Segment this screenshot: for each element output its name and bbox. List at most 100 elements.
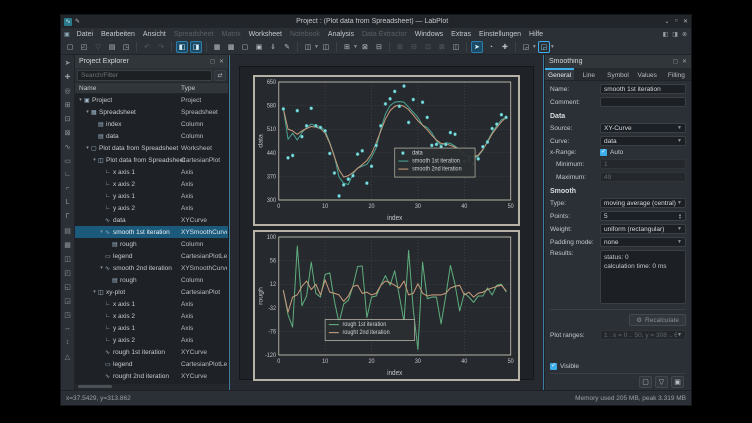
magnification-combo-icon[interactable]: ◲ [538, 41, 550, 53]
toggle-properties-explorer-icon[interactable]: ◨ [190, 41, 202, 53]
titlebar[interactable]: ∿ ✎ Project : (Plot data from Spreadshee… [61, 15, 691, 28]
search-input[interactable] [77, 70, 212, 81]
tree-row-legend[interactable]: ▭legendCartesianPlotLegend [75, 358, 228, 370]
restore-layout-icon[interactable]: ◧ [663, 31, 669, 38]
navigate-zoom-icon[interactable]: ◔ [485, 41, 497, 53]
source-dropdown[interactable]: XY-Curve ▼ [600, 123, 686, 133]
zoom-fit-icon[interactable]: ⊠ [359, 41, 371, 53]
menu-worksheet[interactable]: Worksheet [245, 31, 286, 38]
spinner-arrows-icon[interactable]: ▲▼ [678, 213, 682, 219]
add-plot-icon[interactable]: ⊞ [341, 41, 353, 53]
recalculate-button[interactable]: ⚙ Recalculate [629, 314, 686, 326]
chevron-down-icon[interactable]: ▼ [353, 44, 358, 50]
tool-add-spreadsheet-icon[interactable]: ▦ [62, 239, 73, 250]
float-dock-icon[interactable]: ◻ [210, 58, 215, 65]
points-spinner[interactable]: 5 ▲▼ [600, 211, 686, 221]
project-explorer-header[interactable]: Project Explorer ◻ ✕ [75, 55, 228, 68]
toggle-project-explorer-icon[interactable]: ◧ [176, 41, 188, 53]
new-worksheet-icon[interactable]: ▢ [239, 41, 251, 53]
tree-row-data[interactable]: ∿dataXYCurve [75, 214, 228, 226]
worksheet-page[interactable]: 01020304050300370440510580650indexdatada… [239, 66, 534, 380]
tree-row-y-axis-2[interactable]: ∟y axis 2Axis [75, 334, 228, 346]
expander-icon[interactable]: ▾ [77, 97, 84, 103]
tab-general[interactable]: General [545, 68, 574, 80]
expander-icon[interactable]: ▾ [98, 229, 105, 235]
tree-row-xy-plot[interactable]: ▾◫xy-plotCartesianPlot [75, 286, 228, 298]
tree-row-x-axis-2[interactable]: ∟x axis 2Axis [75, 310, 228, 322]
tool-shift-x-icon[interactable]: ↔ [62, 323, 73, 334]
tool-crosshair-icon[interactable]: ✚ [62, 71, 73, 82]
redo-icon[interactable]: ↷ [155, 41, 167, 53]
menu-extras[interactable]: Extras [447, 31, 475, 38]
tool-axis-frame-icon[interactable]: Γ [62, 211, 73, 222]
tree-row-x-axis-1[interactable]: ∟x axis 1Axis [75, 298, 228, 310]
navigate-select-icon[interactable]: ➤ [471, 41, 483, 53]
close-dock-icon[interactable]: ✕ [682, 58, 687, 65]
close-icon[interactable]: ⊗ [682, 31, 687, 38]
menu-einstellungen[interactable]: Einstellungen [475, 31, 525, 38]
close-button[interactable]: ✕ [683, 18, 688, 25]
menu-windows[interactable]: Windows [411, 31, 447, 38]
tree-row-plot-data-from-spreadsheet[interactable]: ▾◫Plot data from SpreadsheetCartesianPlo… [75, 154, 228, 166]
visible-checkbox[interactable]: ✓ [550, 363, 557, 370]
new-spreadsheet-icon[interactable]: ▦ [211, 41, 223, 53]
tool-zoom-box-icon[interactable]: ⊠ [62, 127, 73, 138]
tab-values[interactable]: Values [633, 68, 662, 80]
new-matrix-icon[interactable]: ▩ [225, 41, 237, 53]
padding-mode-dropdown[interactable]: none ▼ [600, 237, 686, 247]
tab-line[interactable]: Line [574, 68, 603, 80]
column-header-type[interactable]: Type [181, 85, 195, 92]
tree-row-y-axis-2[interactable]: ∟y axis 2Axis [75, 202, 228, 214]
tree-row-x-axis-1[interactable]: ∟x axis 1Axis [75, 166, 228, 178]
save-project-icon[interactable]: ▽ [92, 41, 104, 53]
menu-bearbeiten[interactable]: Bearbeiten [97, 31, 139, 38]
plot-tool-icon[interactable]: ◫ [450, 41, 462, 53]
menu-hilfe[interactable]: Hilfe [525, 31, 547, 38]
tree-row-x-axis-2[interactable]: ∟x axis 2Axis [75, 178, 228, 190]
worksheet-view[interactable]: 01020304050300370440510580650indexdatada… [229, 55, 544, 390]
load-template-button[interactable]: ▢ [639, 376, 652, 388]
column-header-name[interactable]: Name [75, 85, 96, 92]
tool-layout-3-icon[interactable]: ◲ [62, 295, 73, 306]
new-notebook-icon[interactable]: ▣ [253, 41, 265, 53]
tree-row-y-axis-1[interactable]: ∟y axis 1Axis [75, 190, 228, 202]
tree-row-smooth-2nd-iteration[interactable]: ▾∿smooth 2nd iterationXYSmoothCurve [75, 262, 228, 274]
tree-row-plot-data-from-spreadsheet[interactable]: ▾▢Plot data from SpreadsheetWorksheet [75, 142, 228, 154]
tree-row-project[interactable]: ▾▣ProjectProject [75, 94, 228, 106]
tab-symbol[interactable]: Symbol [603, 68, 632, 80]
tool-axis-left-icon[interactable]: L [62, 197, 73, 208]
tree-row-data[interactable]: ▤dataColumn [75, 130, 228, 142]
expander-icon[interactable]: ▾ [91, 157, 98, 163]
tree-row-rough-1st-iteration[interactable]: ∿rough 1st iterationXYCurve [75, 346, 228, 358]
import-data-icon[interactable]: ⇓ [267, 41, 279, 53]
print-icon[interactable]: ▤ [106, 41, 118, 53]
tool-zoom-select-icon[interactable]: ◎ [62, 85, 73, 96]
maximize-button[interactable]: ○ [674, 18, 678, 25]
export-icon[interactable]: ◳ [120, 41, 132, 53]
edit-mode-icon[interactable]: ✎ [281, 41, 293, 53]
chevron-down-icon[interactable]: ▼ [532, 44, 537, 50]
undo-icon[interactable]: ↶ [141, 41, 153, 53]
expander-icon[interactable]: ▾ [98, 265, 105, 271]
minimize-button[interactable]: ⌄ [664, 18, 669, 25]
tree-row-rough[interactable]: ▤roughColumn [75, 274, 228, 286]
new-project-icon[interactable]: ▢ [64, 41, 76, 53]
tree-row-spreadsheet[interactable]: ▾▦SpreadsheetSpreadsheet [75, 106, 228, 118]
menu-ansicht[interactable]: Ansicht [139, 31, 170, 38]
zoom-in-plot-icon[interactable]: ⊞ [394, 41, 406, 53]
tool-add-image-icon[interactable]: ◫ [62, 253, 73, 264]
tree-row-rough[interactable]: ▤roughColumn [75, 238, 228, 250]
shift-plot-icon[interactable]: ⊡ [422, 41, 434, 53]
tree-row-rought-2nd-iteration[interactable]: ∿rought 2nd iterationXYCurve [75, 370, 228, 382]
tree-row-legend[interactable]: ▭legendCartesianPlotLegend [75, 250, 228, 262]
tree-row-index[interactable]: ▤indexColumn [75, 118, 228, 130]
expander-icon[interactable]: ▾ [91, 289, 98, 295]
menu-analysis[interactable]: Analysis [324, 31, 358, 38]
tool-layout-2-icon[interactable]: ◱ [62, 281, 73, 292]
tool-scale-icon[interactable]: △ [62, 351, 73, 362]
zoom-mode-combo-icon[interactable]: ◲ [520, 41, 532, 53]
tree-row-y-axis-1[interactable]: ∟y axis 1Axis [75, 322, 228, 334]
tool-zoom-x-icon[interactable]: ⊞ [62, 99, 73, 110]
tool-cursor-icon[interactable]: ➤ [62, 57, 73, 68]
tool-zoom-y-icon[interactable]: ⊡ [62, 113, 73, 124]
